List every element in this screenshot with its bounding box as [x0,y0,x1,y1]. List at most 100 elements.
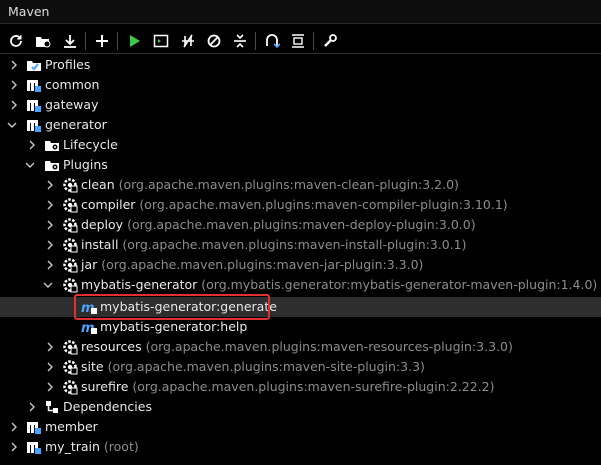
tree-node-member[interactable]: member [0,417,601,437]
tree-node-label: Profiles [45,57,91,72]
plugin-name: mybatis-generator [81,277,198,292]
tree-node-label: Dependencies [63,399,152,414]
tree-node-plugin[interactable]: jar (org.apache.maven.plugins:maven-jar-… [0,255,601,275]
plugin-gear-icon [62,177,78,193]
run-config-icon[interactable] [151,31,171,51]
add-icon[interactable] [92,31,112,51]
chevron-right-icon[interactable] [26,400,38,414]
plugin-gear-icon [62,277,78,293]
chevron-right-icon[interactable] [44,178,56,192]
highlight-annotation [74,294,270,320]
tree-node-plugin[interactable]: compiler (org.apache.maven.plugins:maven… [0,195,601,215]
tree-node-plugin[interactable]: site (org.apache.maven.plugins:maven-sit… [0,357,601,377]
plugin-gear-icon [62,257,78,273]
reload-icon[interactable] [6,31,26,51]
chevron-down-icon[interactable] [42,278,54,292]
chevron-right-icon[interactable] [26,138,38,152]
tree-node-plugins[interactable]: Plugins [0,155,601,175]
expand-all-icon[interactable] [288,31,308,51]
folder-gear-icon [44,157,60,173]
tree-node-label: member [45,419,98,434]
chevron-right-icon[interactable] [44,340,56,354]
toolbar-separator [313,32,314,50]
plugin-coordinates: (org.apache.maven.plugins:maven-jar-plug… [101,257,424,272]
tree-node-gateway[interactable]: gateway [0,95,601,115]
chevron-right-icon[interactable] [8,98,20,112]
tool-window-title: Maven [8,4,50,19]
chevron-right-icon[interactable] [8,78,20,92]
toolbar-separator [117,32,118,50]
plugin-coordinates: (org.apache.maven.plugins:maven-clean-pl… [118,177,459,192]
plugin-name: resources [81,339,142,354]
chevron-right-icon[interactable] [44,258,56,272]
plugin-gear-icon [62,237,78,253]
chevron-right-icon[interactable] [44,218,56,232]
plugin-coordinates: (org.apache.maven.plugins:maven-resource… [145,339,513,354]
tree-node-goal-help[interactable]: mybatis-generator:help [0,317,601,337]
chevron-right-icon[interactable] [44,238,56,252]
chevron-down-icon[interactable] [24,158,36,172]
tree-node-plugin-expanded[interactable]: mybatis-generator (org.mybatis.generator… [0,275,601,295]
download-icon[interactable] [60,31,80,51]
plugin-name: site [81,359,104,374]
run-icon[interactable] [124,31,144,51]
toggle-offline-icon[interactable] [178,31,198,51]
root-hint: (root) [103,439,139,454]
plugin-name: install [81,237,119,252]
chevron-right-icon[interactable] [8,420,20,434]
toolbar-separator [255,32,256,50]
generate-sources-icon[interactable] [33,31,53,51]
maven-module-icon [26,97,42,113]
plugin-coordinates: (org.apache.maven.plugins:maven-surefire… [132,379,495,394]
plugin-gear-icon [62,359,78,375]
goal-label: mybatis-generator:help [100,319,248,334]
plugin-name: surefire [81,379,129,394]
tree-node-my-train[interactable]: my_train (root) [0,437,601,457]
tree-node-plugin[interactable]: install (org.apache.maven.plugins:maven-… [0,235,601,255]
plugin-coordinates: (org.apache.maven.plugins:maven-install-… [122,237,467,252]
maven-toolbar [0,28,601,54]
plugin-gear-icon [62,379,78,395]
settings-icon[interactable] [320,31,340,51]
chevron-right-icon[interactable] [44,360,56,374]
folder-gear-icon [44,137,60,153]
tree-node-plugin[interactable]: clean (org.apache.maven.plugins:maven-cl… [0,175,601,195]
tree-node-label: generator [45,117,107,132]
tree-node-label: common [45,77,100,92]
tree-node-profiles[interactable]: Profiles [0,55,601,75]
chevron-right-icon[interactable] [8,440,20,454]
plugin-name: jar [81,257,98,272]
maven-goal-icon [81,319,97,335]
tool-window-header: Maven [0,0,601,24]
chevron-right-icon[interactable] [44,380,56,394]
toolbar-separator [85,32,86,50]
plugin-name: compiler [81,197,136,212]
plugin-coordinates: (org.apache.maven.plugins:maven-site-plu… [107,359,425,374]
chevron-down-icon[interactable] [6,118,18,132]
plugin-gear-icon [62,197,78,213]
tree-node-dependencies[interactable]: Dependencies [0,397,601,417]
dependencies-icon [44,399,60,415]
tree-node-label: my_train [45,439,100,454]
tree-node-label: gateway [45,97,99,112]
tree-node-generator[interactable]: generator [0,115,601,135]
plugin-name: deploy [81,217,124,232]
tree-node-common[interactable]: common [0,75,601,95]
tree-node-plugin[interactable]: resources (org.apache.maven.plugins:mave… [0,337,601,357]
plugin-gear-icon [62,217,78,233]
plugin-coordinates: (org.apache.maven.plugins:maven-compiler… [139,197,508,212]
collapse-all-icon[interactable] [230,31,250,51]
maven-module-icon [26,77,42,93]
show-dependencies-icon[interactable] [262,31,282,51]
plugin-coordinates: (org.mybatis.generator:mybatis-generator… [201,277,598,292]
plugin-gear-icon [62,339,78,355]
tree-node-plugin[interactable]: surefire (org.apache.maven.plugins:maven… [0,377,601,397]
tree-node-label: Plugins [63,157,108,172]
chevron-right-icon[interactable] [8,58,20,72]
maven-module-icon [26,439,42,455]
skip-tests-icon[interactable] [204,31,224,51]
plugin-name: clean [81,177,115,192]
tree-node-plugin[interactable]: deploy (org.apache.maven.plugins:maven-d… [0,215,601,235]
chevron-right-icon[interactable] [44,198,56,212]
tree-node-lifecycle[interactable]: Lifecycle [0,135,601,155]
